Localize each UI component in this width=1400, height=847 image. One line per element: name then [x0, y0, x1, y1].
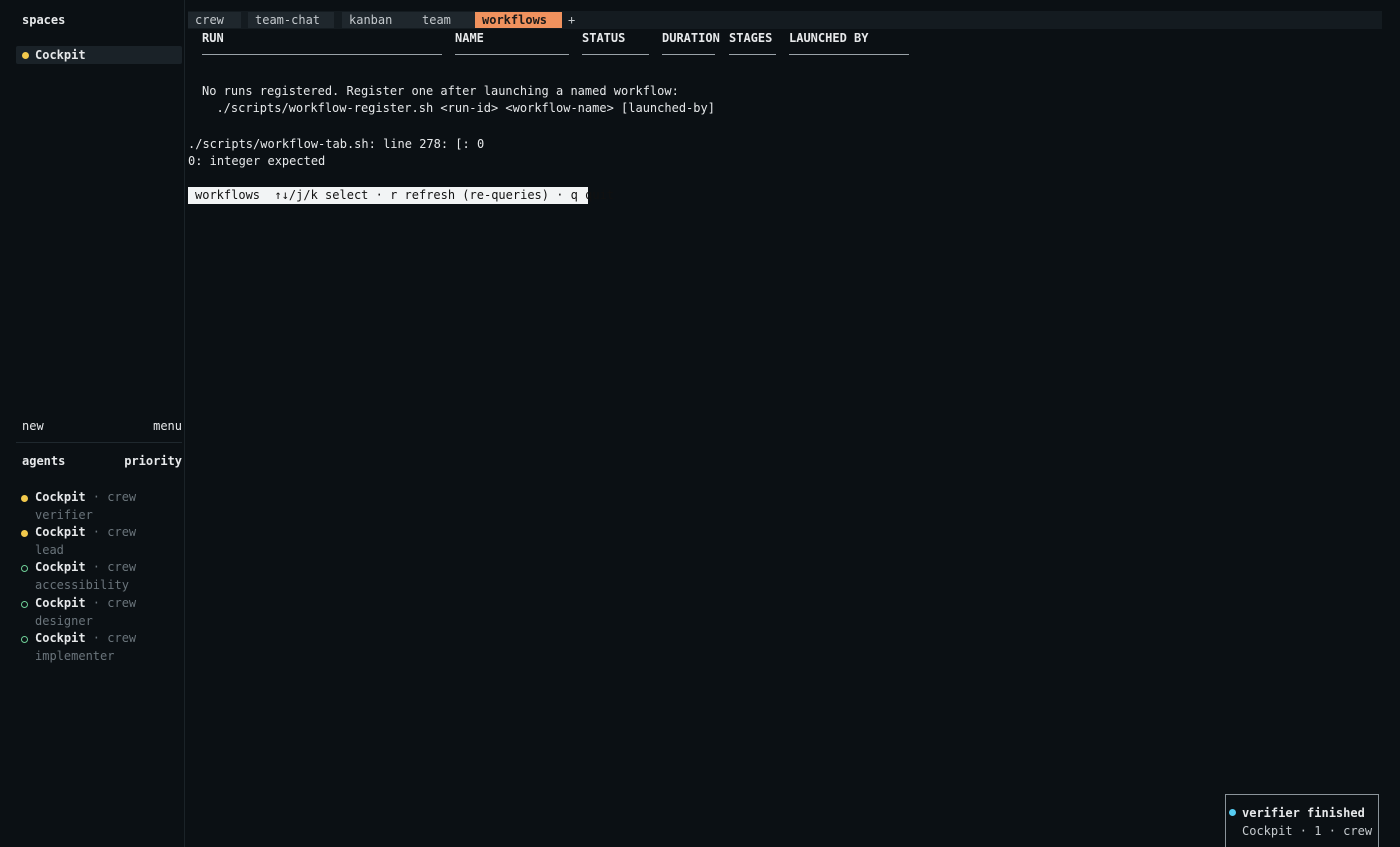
- column-header-name[interactable]: NAME: [455, 31, 484, 45]
- error-message-detail: 0: integer expected: [188, 154, 326, 168]
- column-header-status[interactable]: STATUS: [582, 31, 625, 45]
- sidebar-actions-row: new menu: [22, 419, 182, 433]
- notification-dot-icon: [1229, 809, 1236, 816]
- agent-idle-icon: [21, 565, 28, 572]
- notification-subtitle: Cockpit · 1 · crew: [1242, 824, 1373, 838]
- spaces-heading: spaces: [22, 13, 66, 27]
- agent-name: Cockpit: [35, 525, 86, 539]
- notification-title: verifier finished: [1242, 806, 1365, 820]
- agent-item-implementer[interactable]: Cockpit · crew implementer: [21, 630, 181, 664]
- column-underline: [789, 54, 909, 55]
- agent-name: Cockpit: [35, 490, 86, 504]
- agent-active-icon: [21, 530, 28, 537]
- agent-meta: · crew: [85, 631, 137, 645]
- column-underline: [455, 54, 569, 55]
- tab-bar: crew team-chat kanban team workflows +: [188, 11, 1382, 29]
- empty-state-message: No runs registered. Register one after l…: [202, 84, 679, 98]
- agent-name: Cockpit: [35, 560, 86, 574]
- priority-sort-button[interactable]: priority: [124, 454, 182, 468]
- agent-item-accessibility[interactable]: Cockpit · crew accessibility: [21, 559, 181, 593]
- column-underline: [662, 54, 715, 55]
- agent-item-designer[interactable]: Cockpit · crew designer: [21, 595, 181, 629]
- tab-workflows[interactable]: workflows: [475, 12, 562, 28]
- key-hints-text: workflows ↑↓/j/k select · r refresh (re-…: [195, 188, 615, 202]
- sidebar: spaces Cockpit new menu agents priority …: [0, 0, 185, 847]
- column-underline: [729, 54, 776, 55]
- space-item-cockpit[interactable]: Cockpit: [16, 46, 182, 64]
- agent-active-icon: [21, 495, 28, 502]
- agent-item-verifier[interactable]: Cockpit · crew verifier: [21, 489, 181, 523]
- column-underline: [202, 54, 442, 55]
- notification-toast[interactable]: verifier finished Cockpit · 1 · crew: [1225, 794, 1379, 847]
- app-window: spaces Cockpit new menu agents priority …: [0, 0, 1400, 847]
- sidebar-divider: [16, 442, 182, 443]
- column-header-launched-by[interactable]: LAUNCHED BY: [789, 31, 868, 45]
- tab-kanban[interactable]: kanban: [342, 12, 415, 28]
- agent-role: verifier: [35, 508, 93, 522]
- key-hints-bar: workflows ↑↓/j/k select · r refresh (re-…: [188, 187, 614, 204]
- space-label: Cockpit: [35, 48, 86, 62]
- agent-role: accessibility: [35, 578, 129, 592]
- agent-role: lead: [35, 543, 64, 557]
- agent-meta: · crew: [85, 596, 137, 610]
- agent-role: implementer: [35, 649, 115, 663]
- agents-header-row: agents priority: [22, 454, 182, 468]
- column-header-duration[interactable]: DURATION: [662, 31, 720, 45]
- agent-item-lead[interactable]: Cockpit · crew lead: [21, 524, 181, 558]
- agent-meta: · crew: [85, 560, 137, 574]
- agent-idle-icon: [21, 636, 28, 643]
- empty-state-command: ./scripts/workflow-register.sh <run-id> …: [202, 101, 715, 115]
- agent-meta: · crew: [85, 525, 137, 539]
- add-tab-button[interactable]: +: [568, 12, 575, 28]
- error-message: ./scripts/workflow-tab.sh: line 278: [: …: [188, 137, 485, 151]
- column-header-stages[interactable]: STAGES: [729, 31, 772, 45]
- status-dot-icon: [22, 52, 29, 59]
- new-button[interactable]: new: [22, 419, 44, 433]
- agent-role: designer: [35, 614, 93, 628]
- agent-meta: · crew: [85, 490, 137, 504]
- column-header-run[interactable]: RUN: [202, 31, 224, 45]
- tab-team[interactable]: team: [415, 12, 475, 28]
- menu-button[interactable]: menu: [153, 419, 182, 433]
- column-underline: [582, 54, 649, 55]
- tab-team-chat[interactable]: team-chat: [248, 12, 334, 28]
- agent-name: Cockpit: [35, 596, 86, 610]
- tab-crew[interactable]: crew: [188, 12, 241, 28]
- agents-heading: agents: [22, 454, 66, 468]
- agent-name: Cockpit: [35, 631, 86, 645]
- agent-idle-icon: [21, 601, 28, 608]
